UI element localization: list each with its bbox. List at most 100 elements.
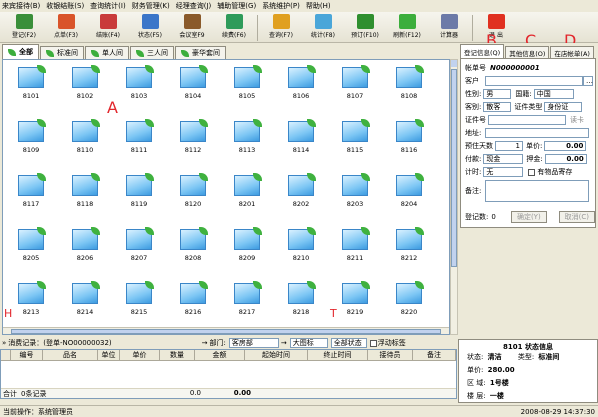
room-8116[interactable]: 8116 [389,114,429,154]
menu-item[interactable]: 辅助管理(G) [217,1,256,11]
order-button[interactable]: 点单(F3) [45,12,87,42]
room-8117[interactable]: 8117 [11,168,51,208]
room-8114[interactable]: 8114 [281,114,321,154]
room-8113[interactable]: 8113 [227,114,267,154]
room-8209[interactable]: 8209 [227,222,267,262]
confirm-button[interactable]: 确定(Y) [510,211,547,223]
dept-select[interactable]: 客房部 [228,338,279,348]
deposit-input[interactable]: 0.00 [544,154,587,164]
room-8120[interactable]: 8120 [173,168,213,208]
room-8203[interactable]: 8203 [335,168,375,208]
room-8105[interactable]: 8105 [227,60,267,100]
col-header[interactable]: 接待员 [368,350,413,360]
menu-item[interactable]: 查询统计(I) [90,1,126,11]
tab-other-info[interactable]: 其他信息(O) [505,46,550,58]
menu-item[interactable]: 收银结账(S) [46,1,84,11]
menu-item[interactable]: 来宾接待(B) [2,1,40,11]
meeting-room-button[interactable]: 会议室F9 [171,12,213,42]
reserve-button[interactable]: 预订(F10) [344,12,386,42]
room-8101[interactable]: 8101 [11,60,51,100]
room-8205[interactable]: 8205 [11,222,51,262]
cancel-button[interactable]: 取消(C) [558,211,595,223]
tab-single[interactable]: 单人间 [85,46,129,59]
room-8103[interactable]: 8103 [119,60,159,100]
stats-button[interactable]: 统计(F8) [302,12,344,42]
collapse-icon[interactable]: » [2,339,6,347]
room-8208[interactable]: 8208 [173,222,213,262]
guest-type-select[interactable]: 散客 [483,102,512,112]
menu-item[interactable]: 财务管理(K) [132,1,170,11]
id-type-select[interactable]: 身份证 [544,102,583,112]
valuables-checkbox[interactable] [528,168,536,176]
register-button[interactable]: 登记(F2) [3,12,45,42]
tab-all[interactable]: 全部 [2,44,39,59]
room-8201[interactable]: 8201 [227,168,267,208]
price-input[interactable]: 0.00 [544,141,587,151]
room-8211[interactable]: 8211 [335,222,375,262]
guest-input[interactable] [485,76,583,86]
col-header[interactable]: 备注 [413,350,456,360]
menu-item[interactable]: 帮助(H) [306,1,331,11]
room-8115[interactable]: 8115 [335,114,375,154]
more-button[interactable]: … [583,76,593,86]
vertical-scrollbar[interactable] [450,59,458,335]
room-8210[interactable]: 8210 [281,222,321,262]
room-8202[interactable]: 8202 [281,168,321,208]
col-header[interactable]: 数量 [160,350,195,360]
read-card-button[interactable]: 读卡 [570,115,584,125]
room-8106[interactable]: 8106 [281,60,321,100]
room-8220[interactable]: 8220 [389,276,429,316]
col-header[interactable]: 起始时间 [245,350,308,360]
room-8204[interactable]: 8204 [389,168,429,208]
search-button[interactable]: 查询(F7) [260,12,302,42]
float-checkbox[interactable] [369,339,377,347]
room-8107[interactable]: 8107 [335,60,375,100]
gender-select[interactable]: 男 [483,89,512,99]
checkout-button[interactable]: 结账(F4) [87,12,129,42]
pay-select[interactable]: 现金 [483,154,524,164]
timing-select[interactable]: 无 [483,167,524,177]
scroll-thumb[interactable] [11,329,441,334]
room-8110[interactable]: 8110 [65,114,105,154]
status-button[interactable]: 状态(F5) [129,12,171,42]
horizontal-scrollbar[interactable] [3,327,449,334]
nationality-select[interactable]: 中国 [533,89,574,99]
tab-in-house-bill[interactable]: 在店帐单(A) [550,46,594,58]
state-select[interactable]: 全部状态 [330,338,367,348]
room-8213[interactable]: 8213 [11,276,51,316]
room-8104[interactable]: 8104 [173,60,213,100]
address-input[interactable] [485,128,590,138]
room-8219[interactable]: 8219 [335,276,375,316]
room-8111[interactable]: 8111 [119,114,159,154]
scroll-thumb[interactable] [451,69,457,267]
room-8215[interactable]: 8215 [119,276,159,316]
col-header[interactable]: 终止时间 [308,350,368,360]
days-stepper[interactable]: 1 [495,141,523,151]
room-8216[interactable]: 8216 [173,276,213,316]
tab-suite[interactable]: 豪华套间 [175,46,226,59]
room-8218[interactable]: 8218 [281,276,321,316]
room-8108[interactable]: 8108 [389,60,429,100]
room-8207[interactable]: 8207 [119,222,159,262]
menu-item[interactable]: 系统维护(P) [262,1,300,11]
remark-input[interactable] [485,180,590,202]
room-8217[interactable]: 8217 [227,276,267,316]
room-8109[interactable]: 8109 [11,114,51,154]
calculator-button[interactable]: 计算器 [428,12,470,42]
col-header[interactable]: 品名 [43,350,98,360]
col-header[interactable]: 金额 [195,350,245,360]
room-8206[interactable]: 8206 [65,222,105,262]
col-header[interactable]: 编号 [11,350,43,360]
renew-button[interactable]: 续费(F6) [213,12,255,42]
room-8112[interactable]: 8112 [173,114,213,154]
room-8212[interactable]: 8212 [389,222,429,262]
col-header[interactable]: 单价 [120,350,160,360]
room-8119[interactable]: 8119 [119,168,159,208]
view-select[interactable]: 大图标 [289,338,328,348]
tab-standard[interactable]: 标准间 [40,46,84,59]
room-8102[interactable]: 8102 [65,60,105,100]
scroll-up-icon[interactable] [451,60,457,67]
room-8214[interactable]: 8214 [65,276,105,316]
id-no-input[interactable] [488,115,566,125]
tab-register-info[interactable]: 登记信息(Q) [460,44,505,58]
